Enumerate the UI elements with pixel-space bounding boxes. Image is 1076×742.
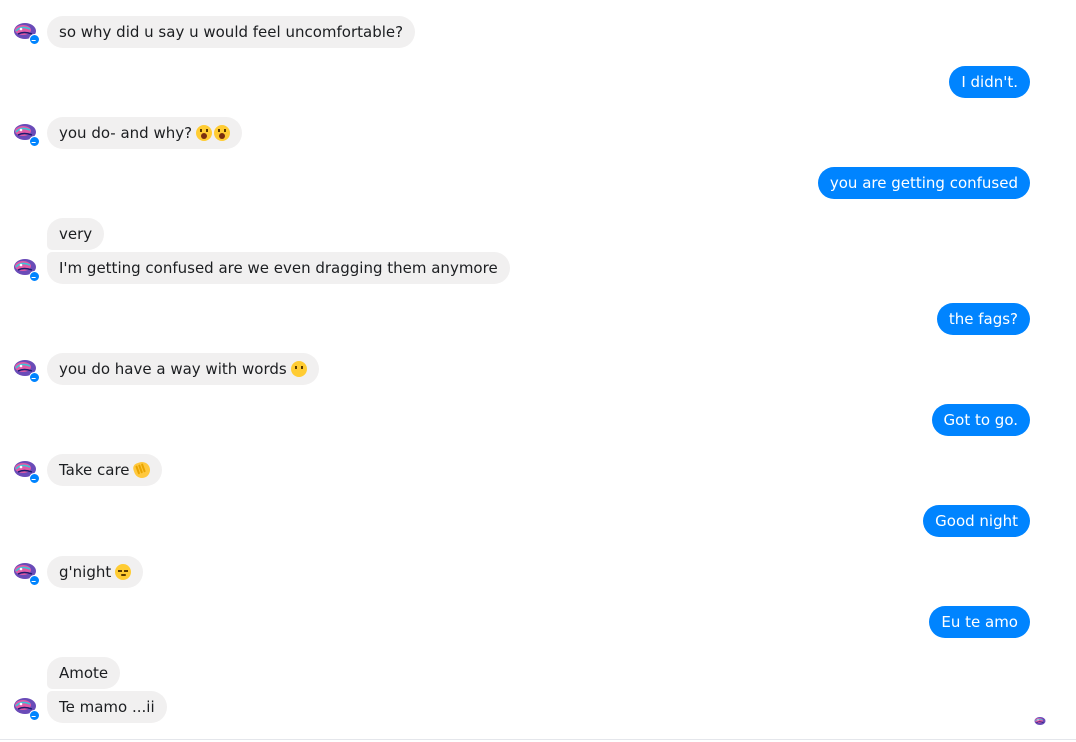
messenger-badge-icon xyxy=(29,473,40,484)
outgoing-message[interactable]: Eu te amo xyxy=(929,606,1030,638)
seen-avatar-icon xyxy=(1033,711,1047,726)
incoming-message[interactable]: you do have a way with words xyxy=(47,353,319,385)
face-without-mouth-icon xyxy=(290,361,307,377)
messenger-badge-icon xyxy=(29,575,40,586)
astonished-face-icon xyxy=(196,125,213,141)
message-text: Take care xyxy=(59,461,130,479)
message-text: you do have a way with words xyxy=(59,360,287,378)
incoming-message[interactable]: g'night xyxy=(47,556,144,588)
sleepy-face-icon xyxy=(115,564,132,580)
outgoing-message[interactable]: the fags? xyxy=(936,303,1030,335)
incoming-message[interactable]: Amote xyxy=(47,657,121,689)
incoming-message[interactable]: I'm getting confused are we even draggin… xyxy=(47,252,510,284)
incoming-message[interactable]: so why did u say u would feel uncomforta… xyxy=(47,16,416,48)
incoming-message[interactable]: Take care xyxy=(47,454,162,486)
divider xyxy=(0,739,1076,740)
messenger-badge-icon xyxy=(29,34,40,45)
incoming-message[interactable]: very xyxy=(47,218,105,250)
messenger-badge-icon xyxy=(29,372,40,383)
outgoing-message[interactable]: I didn't. xyxy=(949,66,1030,98)
messenger-badge-icon xyxy=(29,271,40,282)
astonished-face-icon xyxy=(214,125,231,141)
outgoing-message[interactable]: you are getting confused xyxy=(817,167,1030,199)
waving-hand-icon xyxy=(131,459,152,481)
outgoing-message[interactable]: Good night xyxy=(923,505,1030,537)
incoming-message[interactable]: you do- and why? xyxy=(47,117,243,149)
incoming-message[interactable]: Te mamo ...ii xyxy=(47,691,167,723)
message-text: you do- and why? xyxy=(59,124,193,142)
message-text: g'night xyxy=(59,563,112,581)
messenger-badge-icon xyxy=(29,136,40,147)
outgoing-message[interactable]: Got to go. xyxy=(931,404,1030,436)
messenger-badge-icon xyxy=(29,710,40,721)
